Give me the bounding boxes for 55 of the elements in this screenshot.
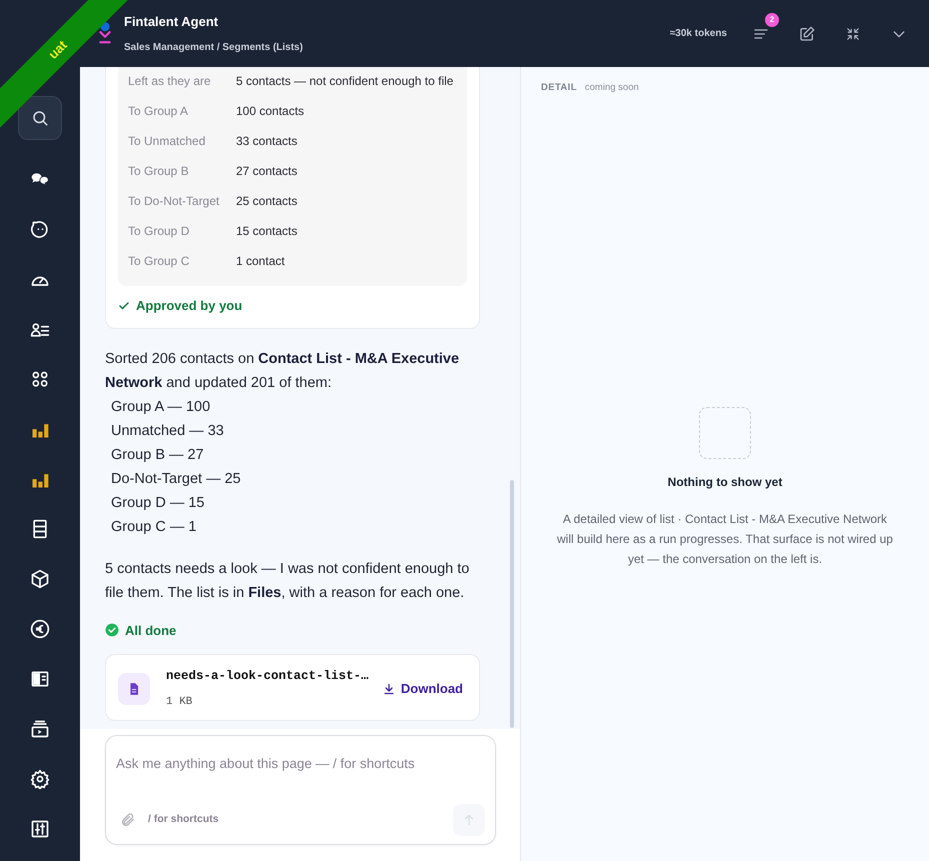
row-label: To Unmatched: [128, 133, 206, 150]
shortcut-hint: / for shortcuts: [148, 812, 219, 828]
check-icon: [118, 300, 130, 312]
bot-face-icon: [30, 220, 50, 240]
row-label: To Group B: [128, 163, 190, 180]
check-circle-icon: [105, 623, 119, 638]
cube-icon: [30, 569, 50, 590]
download-icon: [382, 682, 395, 695]
result-line: Do-Not-Target — 25: [110, 470, 242, 488]
completion-status: All done: [125, 622, 176, 640]
search-icon: [31, 108, 49, 127]
row-label: To Group D: [128, 223, 190, 240]
arrow-up-icon: [462, 813, 476, 827]
paperclip-icon: [120, 812, 136, 828]
row-label: Left as they are: [128, 73, 212, 90]
app-title: Fintalent Agent: [124, 13, 220, 32]
result-line: Group B — 27: [110, 446, 205, 464]
row-value: 33 contacts: [236, 133, 298, 150]
row-label: To Group A: [128, 103, 190, 120]
row-label: To Group C: [128, 253, 190, 270]
message-input[interactable]: Ask me anything about this page — / for shortcuts: [116, 746, 485, 774]
pencil-square-icon: [799, 26, 815, 42]
panel-label: DETAIL: [541, 81, 577, 95]
scrollbar[interactable]: [510, 480, 514, 728]
media-stack-icon: [30, 719, 50, 740]
empty-title: Nothing to show yet: [668, 474, 782, 492]
file-name: needs-a-look-contact-list-…: [166, 668, 369, 685]
row-value: 27 contacts: [236, 163, 298, 180]
result-line: Group A — 100: [110, 398, 212, 416]
search-button[interactable]: [18, 96, 62, 140]
panel-tag: coming soon: [584, 81, 639, 96]
file-size: 1 KB: [166, 694, 194, 710]
download-button[interactable]: Download: [382, 678, 463, 698]
message-text: 5 contacts needs a look — I was not confident enough to file them. The list is in Files, with a reason for each one.: [105, 560, 470, 602]
settings-icon: [30, 769, 50, 790]
panel-layout-icon: [30, 669, 50, 690]
sliders-icon: [30, 819, 50, 840]
row-value: 1 contact: [236, 253, 285, 270]
token-count: ≈30k tokens: [670, 27, 727, 41]
message-composer[interactable]: Ask me anything about this page — / for shortcuts / for shortcuts: [105, 735, 496, 845]
breadcrumb: Sales Management / Segments (Lists): [124, 40, 303, 55]
approval-status: Approved by you: [136, 297, 242, 315]
empty-placeholder: [699, 407, 751, 460]
result-line: Unmatched — 33: [110, 422, 225, 440]
empty-description: A detailed view of list · Contact List - M&A Executive Network will build here as a run progresses. That surface is not wired up yet — the conversation on the left is.: [556, 511, 894, 568]
row-value: 25 contacts: [236, 193, 298, 210]
row-value: 5 contacts — not confident enough to file: [236, 73, 454, 90]
row-value: 15 contacts: [236, 223, 298, 240]
row-label: To Do-Not-Target: [128, 193, 220, 210]
result-line: Group C — 1: [110, 518, 198, 536]
result-line: Group D — 15: [110, 494, 206, 512]
count-badge: 2: [765, 12, 779, 26]
row-value: 100 contacts: [236, 103, 304, 120]
collapse-arrows-icon: [846, 26, 860, 40]
message-text: Sorted 206 contacts on Contact List - M&A Executive Network and updated 201 of them:: [105, 350, 460, 392]
